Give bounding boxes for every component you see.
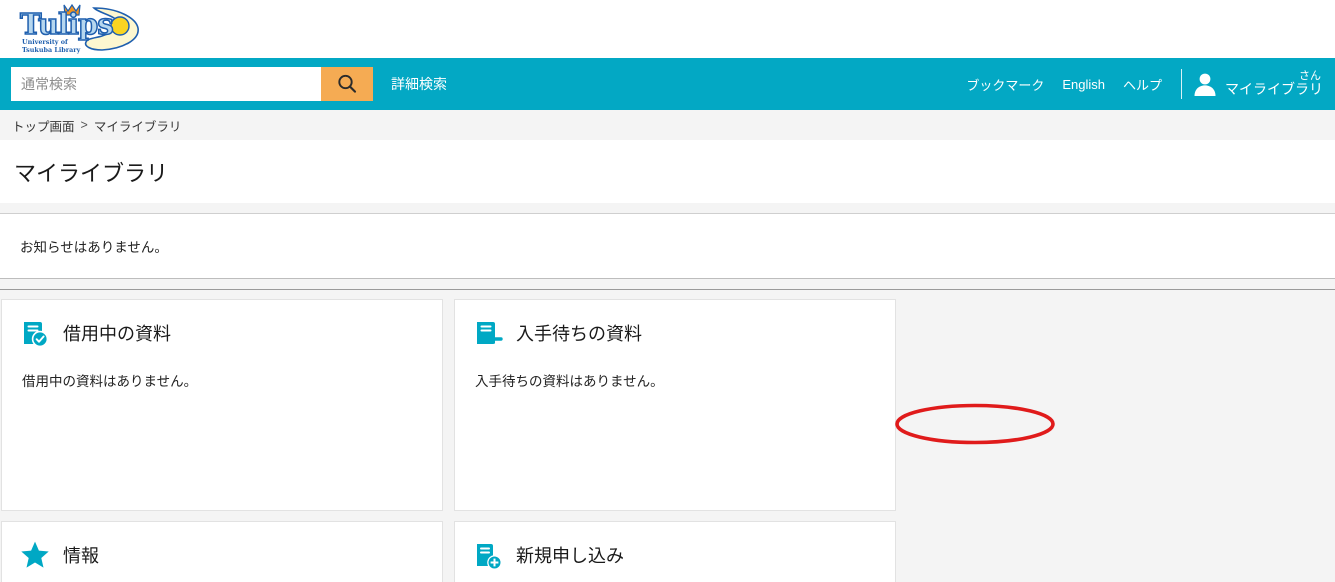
card-header: 情報: [20, 540, 424, 570]
card-waiting[interactable]: 入手待ちの資料 入手待ちの資料はありません。: [454, 299, 896, 511]
user-menu[interactable]: さん マイライブラリ: [1190, 69, 1327, 99]
breadcrumb-separator: >: [80, 118, 88, 132]
header-nav: ブックマーク English ヘルプ さん マイライブラリ: [957, 58, 1327, 110]
notice-text: お知らせはありません。: [20, 240, 168, 255]
cards-region: 借用中の資料 借用中の資料はありません。 入手待ちの資料 入手待ちの資料はありま…: [0, 290, 1335, 582]
user-avatar-icon: [1194, 73, 1216, 96]
page-title: マイライブラリ: [0, 140, 1335, 203]
search-button[interactable]: [321, 67, 373, 101]
header-search-bar: 詳細検索 ブックマーク English ヘルプ さん マイライブラリ: [0, 58, 1335, 110]
breadcrumb-current: マイライブラリ: [93, 119, 182, 134]
card-information[interactable]: 情報 研究個室やセミナー室などの図書館施設を予約する メールサービス オンライン…: [1, 521, 443, 582]
breadcrumb-home[interactable]: トップ画面: [12, 116, 75, 135]
notice-panel: お知らせはありません。: [0, 213, 1335, 279]
svg-text:Tsukuba Library: Tsukuba Library: [22, 46, 81, 54]
card-title: 借用中の資料: [63, 324, 171, 344]
advanced-search-link[interactable]: 詳細検索: [391, 74, 447, 94]
card-grid: 借用中の資料 借用中の資料はありません。 入手待ちの資料 入手待ちの資料はありま…: [0, 290, 1335, 582]
card-title: 新規申し込み: [516, 546, 624, 566]
card-title: 入手待ちの資料: [516, 324, 642, 344]
breadcrumb: トップ画面 > マイライブラリ: [0, 110, 1335, 140]
search-icon: [338, 74, 357, 93]
site-logo[interactable]: Tulips University of Tsukuba Library: [10, 2, 146, 54]
card-header: 入手待ちの資料: [473, 318, 877, 348]
book-arrow-icon: [473, 318, 503, 348]
card-body-text: 借用中の資料はありません。: [22, 374, 198, 389]
search-input[interactable]: [11, 67, 321, 101]
user-label-group: さん マイライブラリ: [1225, 70, 1323, 98]
card-header: 借用中の資料: [20, 318, 424, 348]
user-name: マイライブラリ: [1225, 81, 1323, 98]
card-title: 情報: [63, 546, 99, 566]
nav-english-link[interactable]: English: [1053, 77, 1114, 92]
nav-bookmark-link[interactable]: ブックマーク: [957, 75, 1053, 94]
card-header: 新規申し込み: [473, 540, 877, 570]
card-body-text: 入手待ちの資料はありません。: [475, 374, 664, 389]
book-check-icon: [20, 318, 50, 348]
nav-divider: [1181, 69, 1182, 99]
card-borrowed[interactable]: 借用中の資料 借用中の資料はありません。: [1, 299, 443, 511]
nav-help-link[interactable]: ヘルプ: [1114, 75, 1171, 94]
card-new-request[interactable]: 新規申し込み: [454, 521, 896, 582]
svg-text:University of: University of: [22, 38, 69, 46]
notice-top-gap: [0, 203, 1335, 213]
book-plus-icon: [473, 540, 503, 570]
search-group: [11, 67, 373, 101]
notice-bottom-gap: [0, 279, 1335, 289]
star-icon: [20, 540, 50, 570]
logo-bar: Tulips University of Tsukuba Library: [0, 0, 1335, 58]
svg-text:Tulips: Tulips: [20, 7, 113, 41]
